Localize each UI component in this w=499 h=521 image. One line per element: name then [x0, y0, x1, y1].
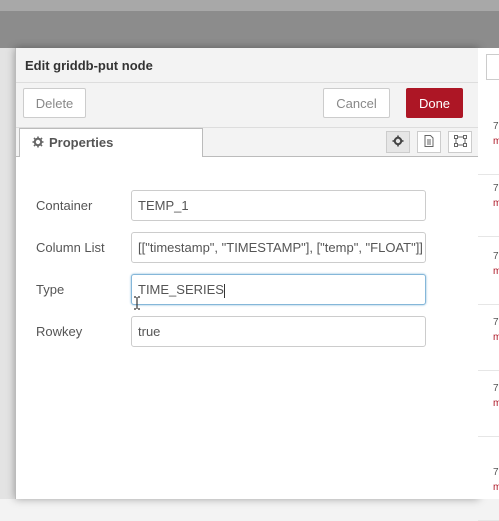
- cancel-button[interactable]: Cancel: [323, 88, 390, 118]
- type-input[interactable]: TIME_SERIES: [131, 274, 426, 305]
- tray-header: Edit griddb-put node: [16, 48, 478, 83]
- container-label: Container: [36, 198, 93, 213]
- gear-icon: [32, 136, 44, 151]
- rowkey-label: Rowkey: [36, 324, 83, 339]
- appearance-tab-button[interactable]: [448, 131, 472, 153]
- settings-tab-button[interactable]: [386, 131, 410, 153]
- debug-message-topic: m: [493, 332, 499, 343]
- tab-bar: Properties: [16, 128, 478, 157]
- type-row: Type TIME_SERIES: [16, 274, 478, 306]
- debug-message[interactable]: 7 m: [478, 114, 499, 175]
- rowkey-input[interactable]: true: [131, 316, 426, 347]
- rowkey-row: Rowkey true: [16, 316, 478, 348]
- debug-message-time: 7: [493, 467, 499, 478]
- type-input-value: TIME_SERIES: [138, 282, 224, 297]
- tab-properties[interactable]: Properties: [19, 128, 203, 157]
- debug-message-topic: m: [493, 482, 499, 493]
- gear-icon: [392, 135, 404, 150]
- debug-message-time: 7: [493, 383, 499, 394]
- edit-tray: Edit griddb-put node Delete Cancel Done …: [15, 48, 479, 499]
- debug-message-time: 7: [493, 183, 499, 194]
- column-list-row: Column List [["timestamp", "TIMESTAMP"],…: [16, 232, 478, 264]
- app-header: [0, 0, 499, 48]
- debug-sidebar: 7 m 7 m 7 m 7 m 7 m 7 m: [478, 48, 499, 521]
- workspace-edge: [0, 48, 15, 499]
- type-label: Type: [36, 282, 65, 297]
- frame-icon: [453, 134, 467, 150]
- description-tab-button[interactable]: [417, 131, 441, 153]
- tray-title: Edit griddb-put node: [25, 58, 153, 73]
- document-icon: [424, 134, 434, 150]
- container-row: Container TEMP_1: [16, 190, 478, 222]
- debug-message[interactable]: 7 m: [478, 310, 499, 371]
- sidebar-tab[interactable]: [486, 54, 499, 80]
- debug-message-time: 7: [493, 251, 499, 262]
- debug-message-topic: m: [493, 136, 499, 147]
- debug-message[interactable]: 7 m: [478, 244, 499, 305]
- container-input[interactable]: TEMP_1: [131, 190, 426, 221]
- header-strip: [0, 0, 499, 11]
- debug-message[interactable]: 7 m: [478, 376, 499, 437]
- text-caret: [223, 283, 225, 298]
- debug-message-time: 7: [493, 317, 499, 328]
- debug-message-time: 7: [493, 121, 499, 132]
- tab-properties-label: Properties: [49, 135, 114, 150]
- tray-toolbar: Delete Cancel Done: [16, 83, 478, 128]
- debug-message-topic: m: [493, 266, 499, 277]
- column-list-label: Column List: [36, 240, 105, 255]
- delete-button[interactable]: Delete: [23, 88, 86, 118]
- debug-message-topic: m: [493, 398, 499, 409]
- debug-message-topic: m: [493, 198, 499, 209]
- debug-message[interactable]: 7 m: [478, 176, 499, 237]
- column-list-input[interactable]: [["timestamp", "TIMESTAMP"], ["temp", "F…: [131, 232, 426, 263]
- debug-message[interactable]: 7 m: [478, 460, 499, 521]
- done-button[interactable]: Done: [406, 88, 463, 118]
- ibeam-cursor-icon: [133, 296, 141, 310]
